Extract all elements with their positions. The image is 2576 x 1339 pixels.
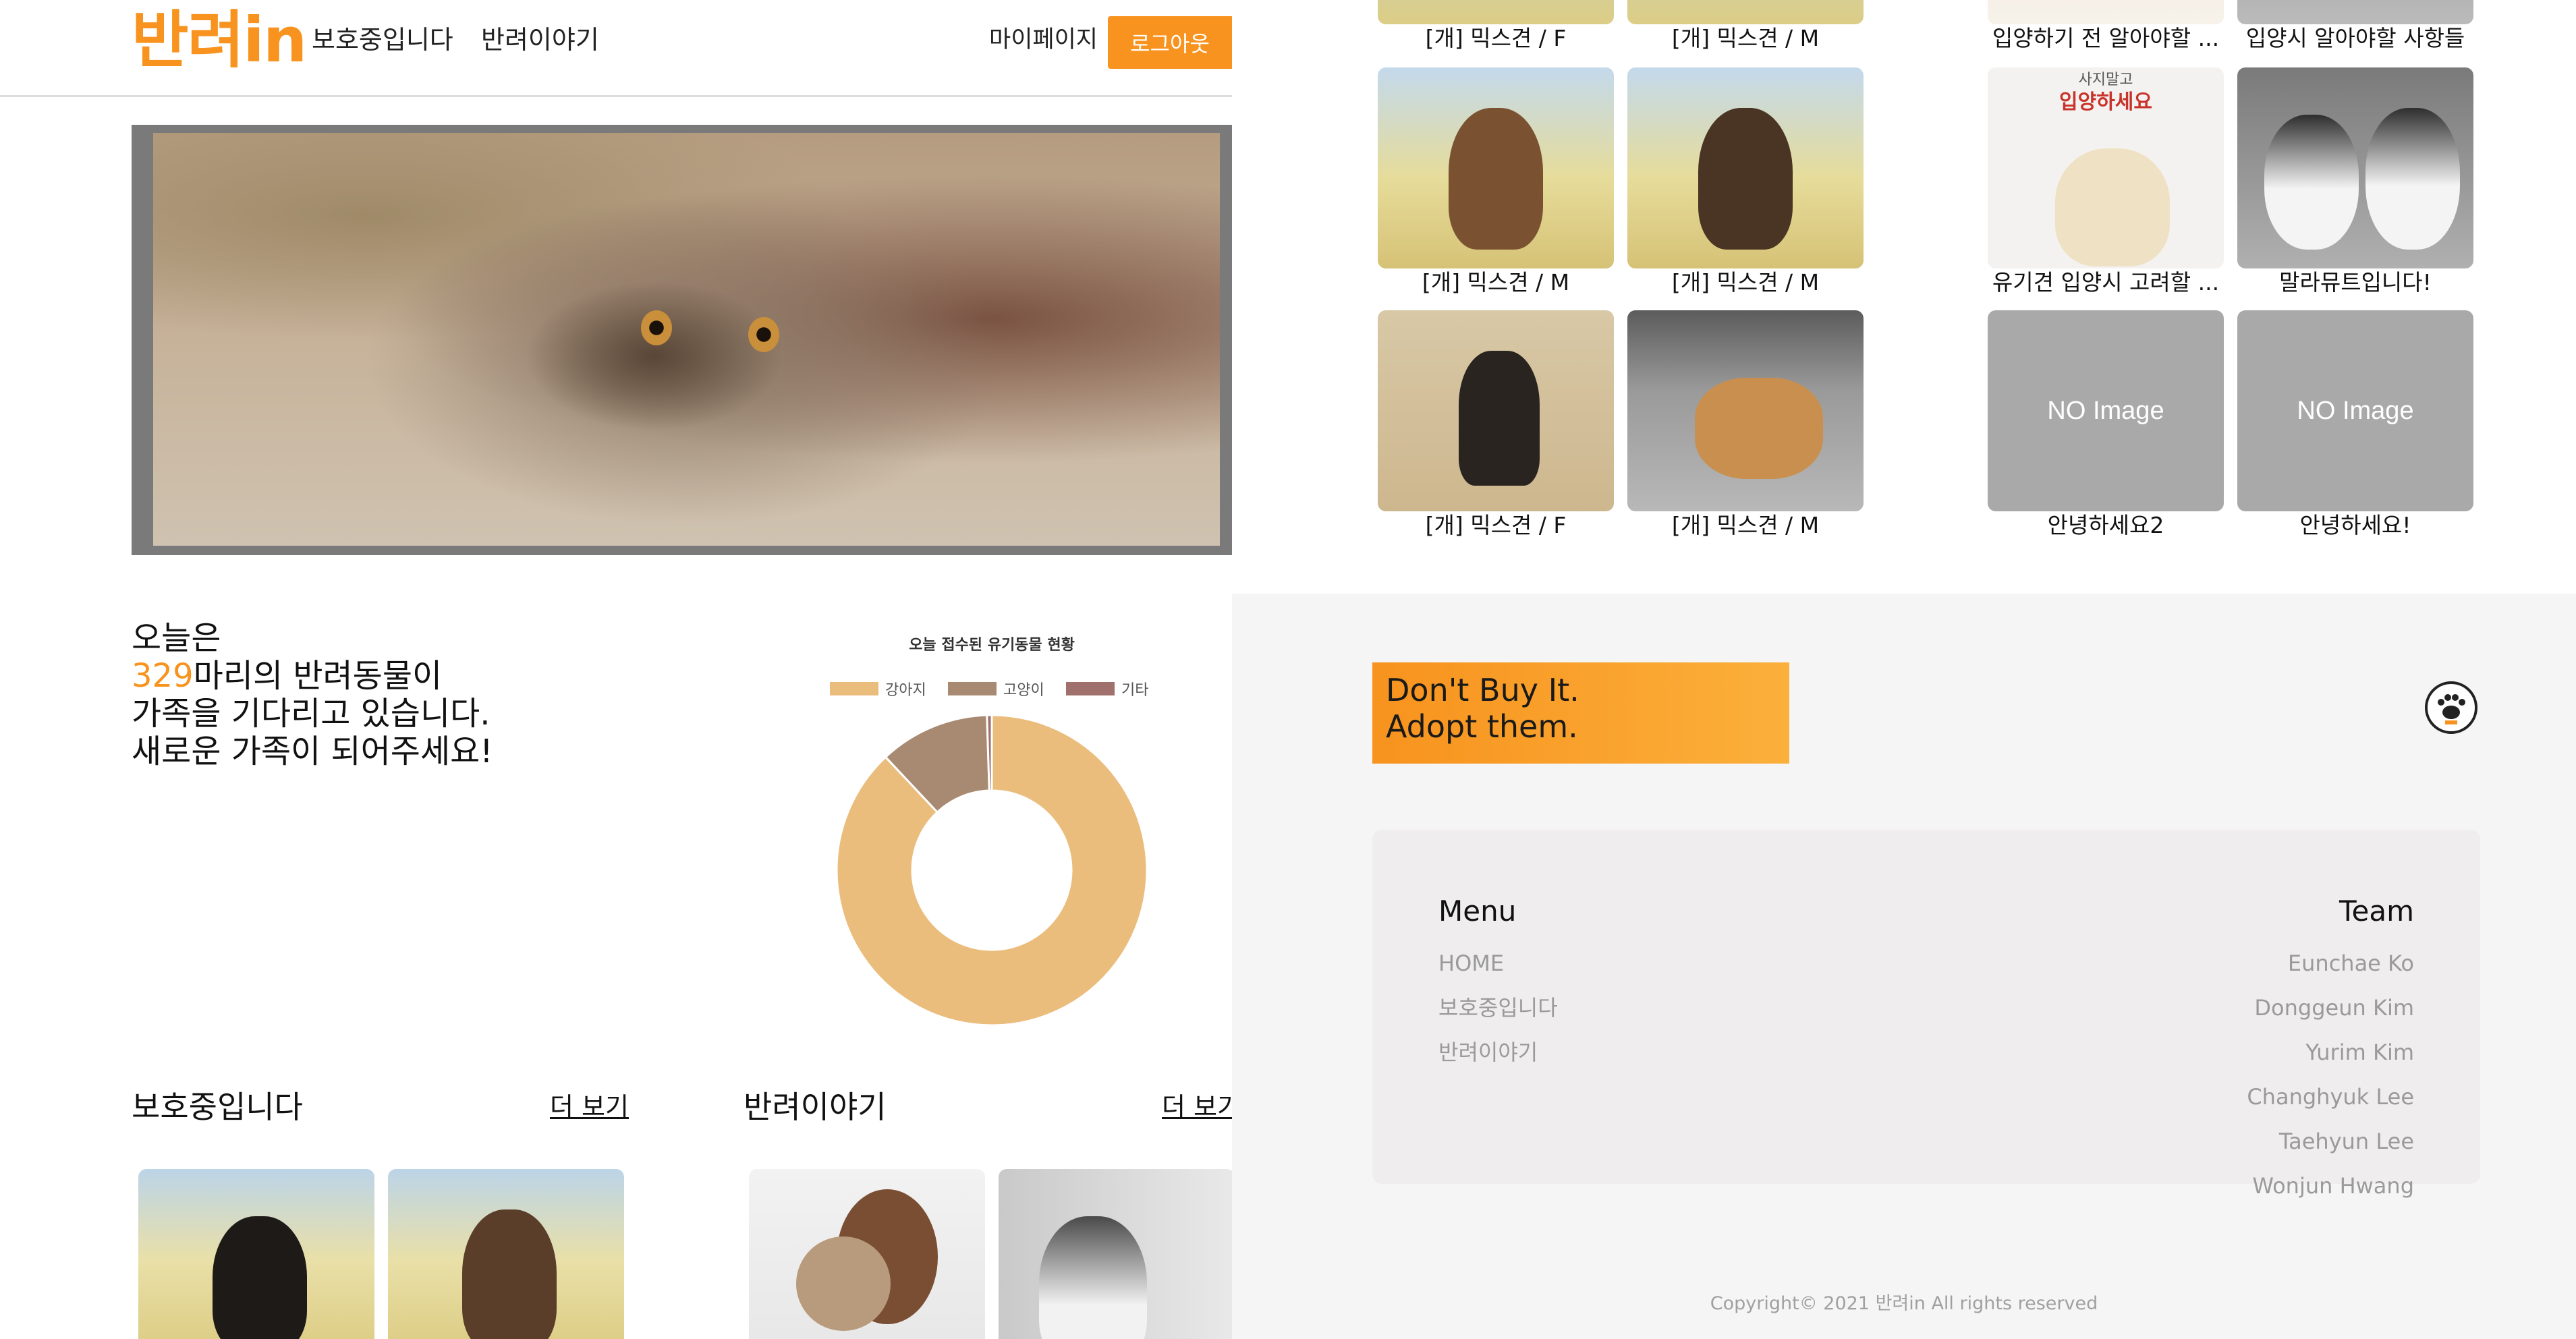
story-thumb-2[interactable]: [999, 1169, 1232, 1339]
story-card-image[interactable]: [2237, 67, 2473, 268]
footer-menu-protect[interactable]: 보호중입니다: [1438, 997, 1558, 1019]
slogan-banner: Don't Buy It. Adopt them.: [1372, 662, 1789, 764]
hero-banner: [132, 125, 1232, 555]
intro-line2: 329마리의 반려동물이: [132, 657, 493, 695]
puppy-figure: [1449, 108, 1543, 250]
protect-thumb-1[interactable]: [138, 1169, 374, 1339]
logout-button[interactable]: 로그아웃: [1108, 16, 1232, 69]
slogan-line2: Adopt them.: [1386, 708, 1578, 745]
story-card-label[interactable]: 유기견 입양시 고려할 ...: [1981, 271, 2231, 293]
story-card-image[interactable]: [2237, 0, 2473, 24]
team-member: Wonjun Hwang: [2252, 1173, 2414, 1199]
footer-info-box: Menu HOME 보호중입니다 반려이야기 Team Eunchae Ko D…: [1372, 830, 2480, 1197]
site-footer: Don't Buy It. Adopt them. Menu HOME 보호중입…: [1232, 594, 2576, 1339]
story-card-label[interactable]: 말라뮤트입니다!: [2231, 271, 2480, 293]
legend-label: 강아지: [885, 682, 926, 699]
hero-cat-image: [153, 133, 1220, 546]
animal-card-label[interactable]: [개] 믹스견 / F: [1371, 27, 1621, 49]
protect-more-link[interactable]: 더 보기: [550, 1094, 629, 1120]
intro-line3: 가족을 기다리고 있습니다.: [132, 695, 491, 733]
nav-story[interactable]: 반려이야기: [481, 27, 599, 53]
animal-count: 329: [132, 657, 194, 695]
legend-swatch: [830, 682, 878, 695]
story-card-label[interactable]: 안녕하세요!: [2231, 514, 2480, 536]
dog-figure: [1459, 351, 1540, 486]
team-member: Changhyuk Lee: [2247, 1084, 2414, 1110]
story-section-title: 반려이야기: [744, 1089, 887, 1125]
team-member: Eunchae Ko: [2287, 950, 2414, 976]
footer-menu-story[interactable]: 반려이야기: [1438, 1042, 1538, 1063]
animal-card-label[interactable]: [개] 믹스견 / M: [1371, 271, 1621, 293]
pug-figure: [796, 1236, 891, 1331]
animal-card-image[interactable]: [1627, 310, 1864, 511]
legend-item-cat[interactable]: 고양이: [948, 678, 1044, 700]
paw-icon: [2438, 694, 2465, 724]
protect-thumb-2[interactable]: [388, 1169, 624, 1339]
scrolled-page-panel: [개] 믹스견 / F [개] 믹스견 / M [개] 믹스견 / M [개] …: [1232, 0, 2576, 1339]
puppy-figure: [213, 1216, 307, 1339]
intro-line1: 오늘은: [132, 619, 221, 657]
animal-card-label[interactable]: [개] 믹스견 / M: [1621, 27, 1870, 49]
story-more-link[interactable]: 더 보기: [1162, 1094, 1232, 1120]
story-card-noimage[interactable]: NO Image: [1988, 310, 2224, 511]
story-thumb-1[interactable]: [749, 1169, 985, 1339]
copyright-text: Copyright© 2021 반려in All rights reserved: [1710, 1293, 2098, 1314]
slogan-line1: Don't Buy It.: [1386, 672, 1579, 708]
donut-chart: [835, 714, 1148, 1027]
mypage-link[interactable]: 마이페이지: [989, 28, 1098, 52]
nav-protect[interactable]: 보호중입니다: [312, 27, 453, 53]
legend-label: 고양이: [1003, 682, 1044, 699]
puppy-figure: [462, 1209, 557, 1339]
main-page-panel: 반려in 보호중입니다 반려이야기 마이페이지 로그아웃 오늘은 329마리의 …: [0, 0, 1232, 1339]
chart-title: 오늘 접수된 유기동물 현황: [909, 637, 1075, 654]
story-card-label[interactable]: 입양시 알아야할 사항들: [2231, 27, 2480, 49]
site-logo[interactable]: 반려in: [132, 9, 307, 72]
intro-line2-suffix: 마리의 반려동물이: [193, 657, 443, 695]
husky-puppy: [1039, 1216, 1147, 1339]
footer-menu-home[interactable]: HOME: [1438, 952, 1504, 974]
adoption-count-text: 오늘은 329마리의 반려동물이 가족을 기다리고 있습니다. 새로운 가족이 …: [132, 619, 493, 770]
story-card-image[interactable]: 사지말고 입양하세요: [1988, 67, 2224, 268]
legend-swatch: [1066, 682, 1115, 695]
animal-card-image[interactable]: [1378, 0, 1614, 24]
animal-card-image[interactable]: [1378, 310, 1614, 511]
intro-line4: 새로운 가족이 되어주세요!: [132, 733, 493, 770]
animal-card-image[interactable]: [1378, 67, 1614, 268]
animal-card-label[interactable]: [개] 믹스견 / F: [1371, 514, 1621, 536]
protect-section-title: 보호중입니다: [132, 1089, 303, 1125]
footer-menu-title: Menu: [1438, 894, 1517, 928]
paw-logo-icon[interactable]: [2425, 681, 2477, 734]
legend-label: 기타: [1121, 682, 1149, 699]
cat-eye-left: [641, 310, 672, 345]
legend-swatch: [948, 682, 997, 695]
animal-card-image[interactable]: [1627, 67, 1864, 268]
legend-item-dog[interactable]: 강아지: [830, 678, 926, 700]
animal-card-label[interactable]: [개] 믹스견 / M: [1621, 514, 1870, 536]
story-card-noimage[interactable]: NO Image: [2237, 310, 2473, 511]
story-card-label[interactable]: 안녕하세요2: [1981, 514, 2231, 536]
husky-figure: [2365, 108, 2460, 250]
story-card-label[interactable]: 입양하기 전 알아야할 ...: [1981, 27, 2231, 49]
team-member: Yurim Kim: [2305, 1039, 2414, 1065]
team-member: Taehyun Lee: [2278, 1129, 2414, 1154]
puppy-figure: [1698, 108, 1793, 250]
husky-figure: [2264, 115, 2359, 250]
dog-figure: [2055, 148, 2170, 266]
dog-figure: [1695, 378, 1823, 479]
animal-card-label[interactable]: [개] 믹스견 / M: [1621, 271, 1870, 293]
cat-eye-right: [748, 317, 779, 352]
team-member: Donggeun Kim: [2254, 995, 2414, 1021]
header-divider: [0, 95, 1232, 97]
legend-item-other[interactable]: 기타: [1066, 678, 1148, 700]
story-card-image[interactable]: [1988, 0, 2224, 24]
footer-team-title: Team: [2339, 894, 2414, 928]
poster-title: 입양하세요: [2059, 90, 2152, 114]
animal-card-image[interactable]: [1627, 0, 1864, 24]
